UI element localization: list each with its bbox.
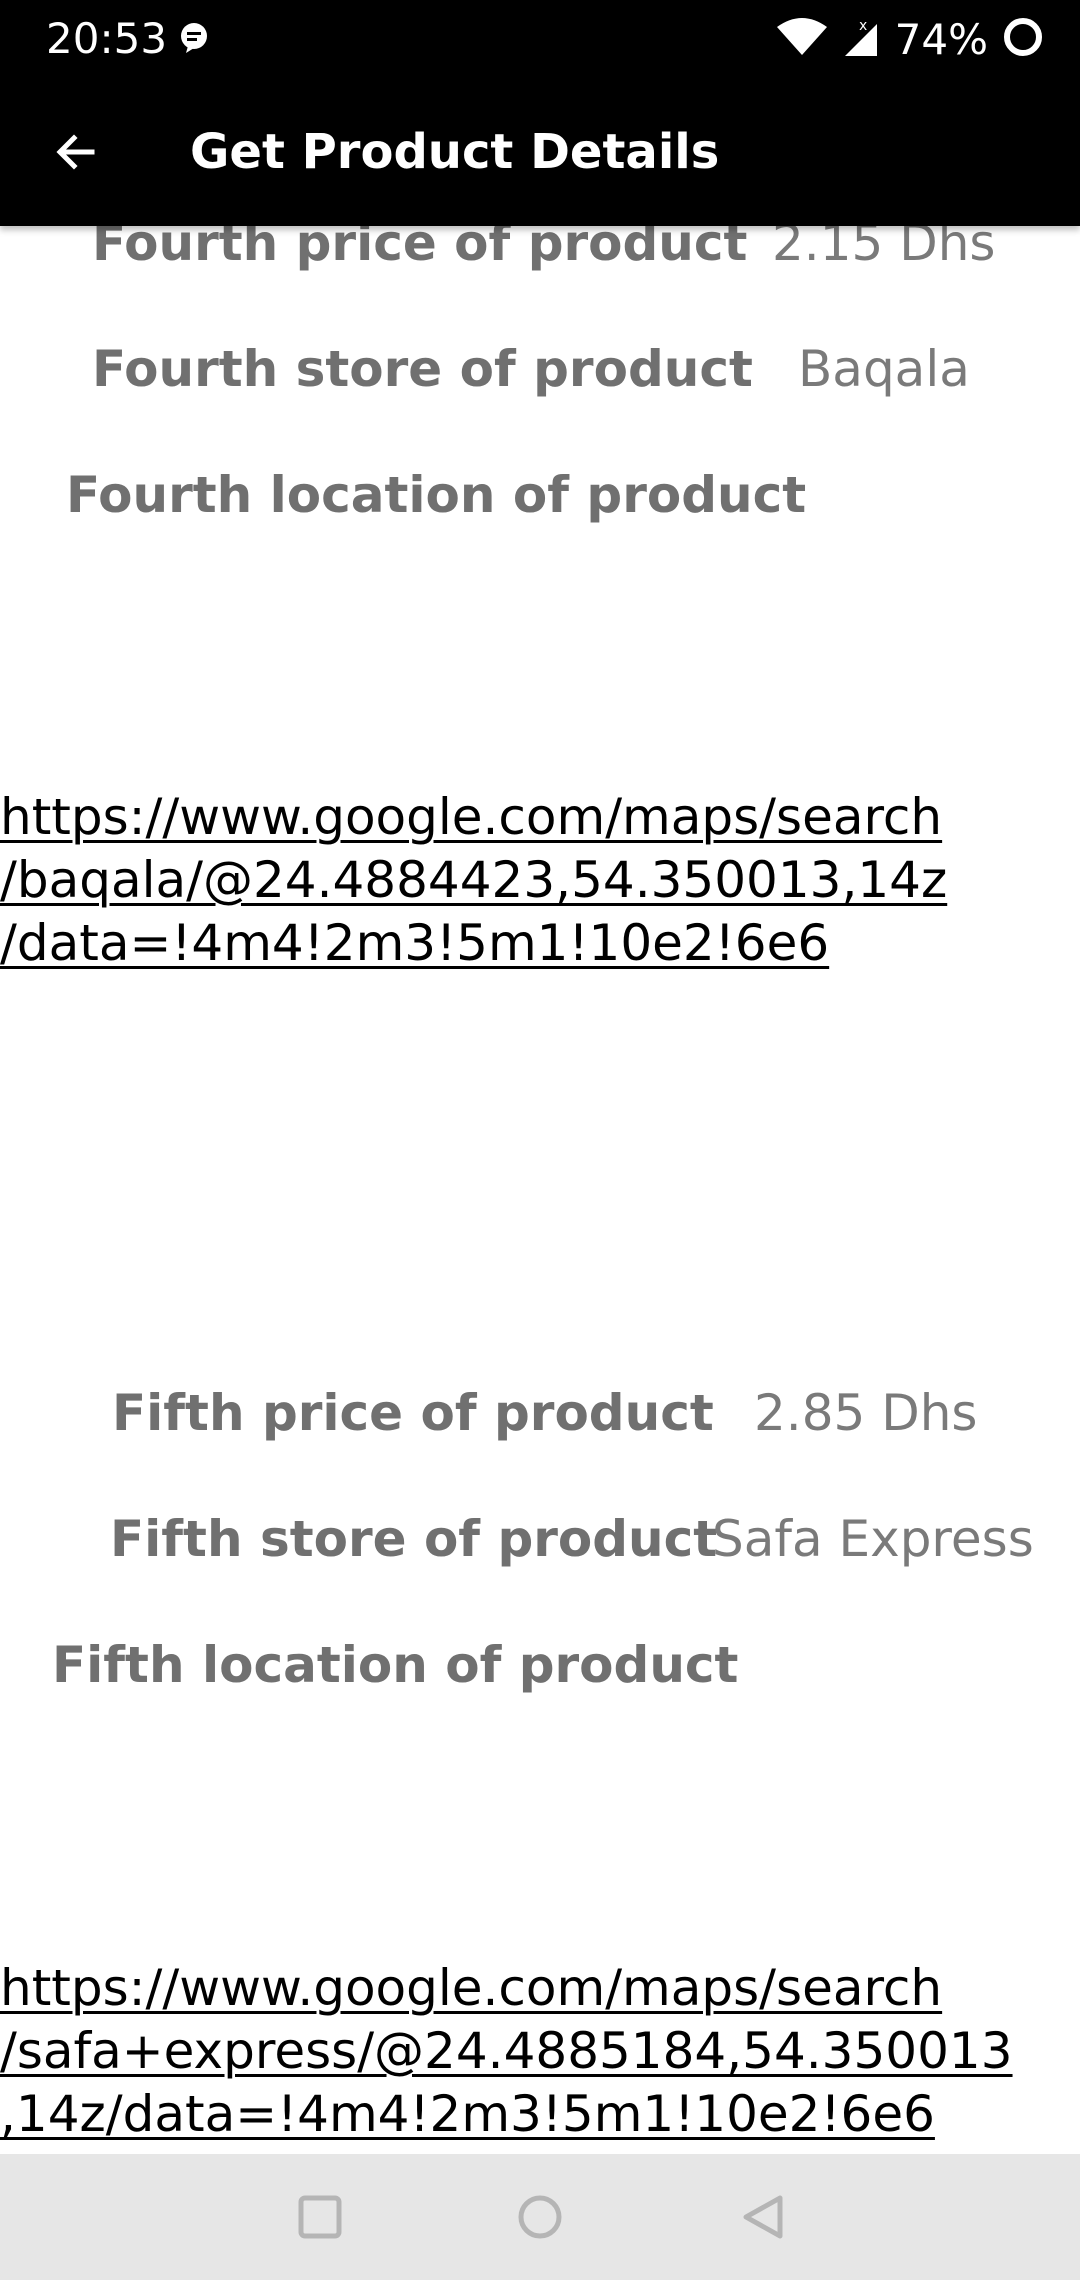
fifth-location-link[interactable]: https://www.google.com/maps/search /safa… xyxy=(0,1957,1080,2146)
fifth-location-label: Fifth location of product xyxy=(52,1636,739,1694)
battery-icon xyxy=(1002,16,1044,62)
fourth-location-link[interactable]: https://www.google.com/maps/search /baqa… xyxy=(0,786,1080,975)
wifi-icon xyxy=(776,17,827,61)
recents-square-icon xyxy=(298,2195,342,2239)
page-title: Get Product Details xyxy=(190,124,720,180)
fourth-price-value: 2.15 Dhs xyxy=(772,226,996,272)
fifth-price-value: 2.85 Dhs xyxy=(754,1384,978,1442)
system-nav-bar xyxy=(0,2154,1080,2280)
status-right-group: x 74% xyxy=(776,14,1044,64)
fourth-location-label: Fourth location of product xyxy=(66,466,807,524)
cell-signal-icon: x xyxy=(841,16,881,62)
svg-text:x: x xyxy=(859,18,867,34)
fifth-store-value: Safa Express xyxy=(712,1510,1034,1568)
app-bar: Get Product Details xyxy=(0,78,1080,226)
home-button[interactable] xyxy=(505,2182,575,2252)
fourth-store-label: Fourth store of product xyxy=(92,340,753,398)
status-bar: 20:53 x 74% xyxy=(0,0,1080,78)
arrow-left-icon xyxy=(56,134,95,170)
chat-notification-icon xyxy=(178,22,210,54)
fourth-store-value: Baqala xyxy=(798,340,970,398)
home-circle-icon xyxy=(518,2195,562,2239)
status-time: 20:53 xyxy=(46,14,168,63)
back-triangle-icon xyxy=(743,2195,783,2239)
back-button[interactable] xyxy=(40,116,112,188)
recents-button[interactable] xyxy=(285,2182,355,2252)
back-nav-button[interactable] xyxy=(728,2182,798,2252)
fourth-price-label: Fourth price of product xyxy=(92,226,748,272)
product-details-content[interactable]: Fourth price of product 2.15 Dhs Fourth … xyxy=(0,226,1080,2154)
battery-percent: 74% xyxy=(894,14,988,64)
fifth-price-label: Fifth price of product xyxy=(112,1384,714,1442)
fifth-store-label: Fifth store of product xyxy=(110,1510,718,1568)
